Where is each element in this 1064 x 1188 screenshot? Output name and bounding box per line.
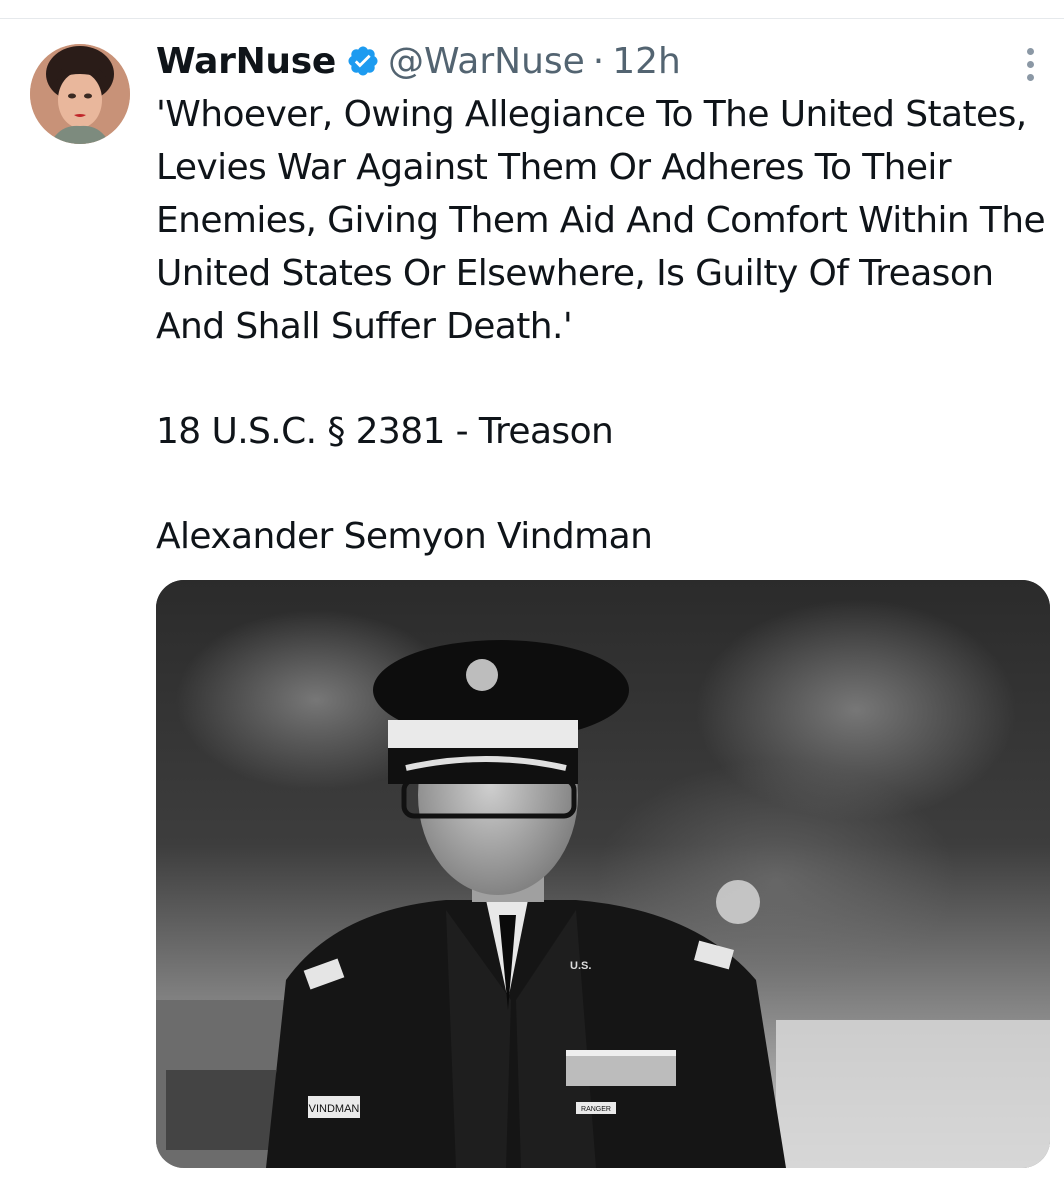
- avatar-portrait-image: [30, 44, 130, 144]
- tweet-text: 'Whoever, Owing Allegiance To The United…: [156, 88, 1046, 563]
- avatar[interactable]: [30, 44, 130, 144]
- more-vertical-icon: [1026, 47, 1034, 55]
- more-options-button[interactable]: [1010, 44, 1050, 84]
- more-vertical-icon-dot: [1026, 73, 1034, 81]
- timestamp[interactable]: 12h: [612, 41, 681, 82]
- tweet-media-photo[interactable]: VINDMAN U.S. RANGER: [156, 580, 1050, 1168]
- tweet-paragraph: 'Whoever, Owing Allegiance To The United…: [156, 94, 1046, 347]
- name-tape: VINDMAN: [309, 1103, 360, 1115]
- tweet-header: WarNuse @WarNuse · 12h: [156, 36, 681, 86]
- display-name[interactable]: WarNuse: [156, 41, 336, 82]
- more-vertical-icon-dot: [1026, 60, 1034, 68]
- bw-portrait-photo: VINDMAN U.S. RANGER: [156, 580, 1050, 1168]
- tweet-paragraph: Alexander Semyon Vindman: [156, 516, 653, 557]
- separator-dot: ·: [592, 40, 605, 82]
- tweet-paragraph: 18 U.S.C. § 2381 - Treason: [156, 411, 614, 452]
- ranger-tab: RANGER: [581, 1106, 611, 1113]
- author-handle[interactable]: @WarNuse: [388, 41, 585, 82]
- top-divider: [0, 18, 1064, 19]
- collar-insignia: U.S.: [570, 960, 591, 972]
- verified-badge-icon[interactable]: [346, 44, 380, 78]
